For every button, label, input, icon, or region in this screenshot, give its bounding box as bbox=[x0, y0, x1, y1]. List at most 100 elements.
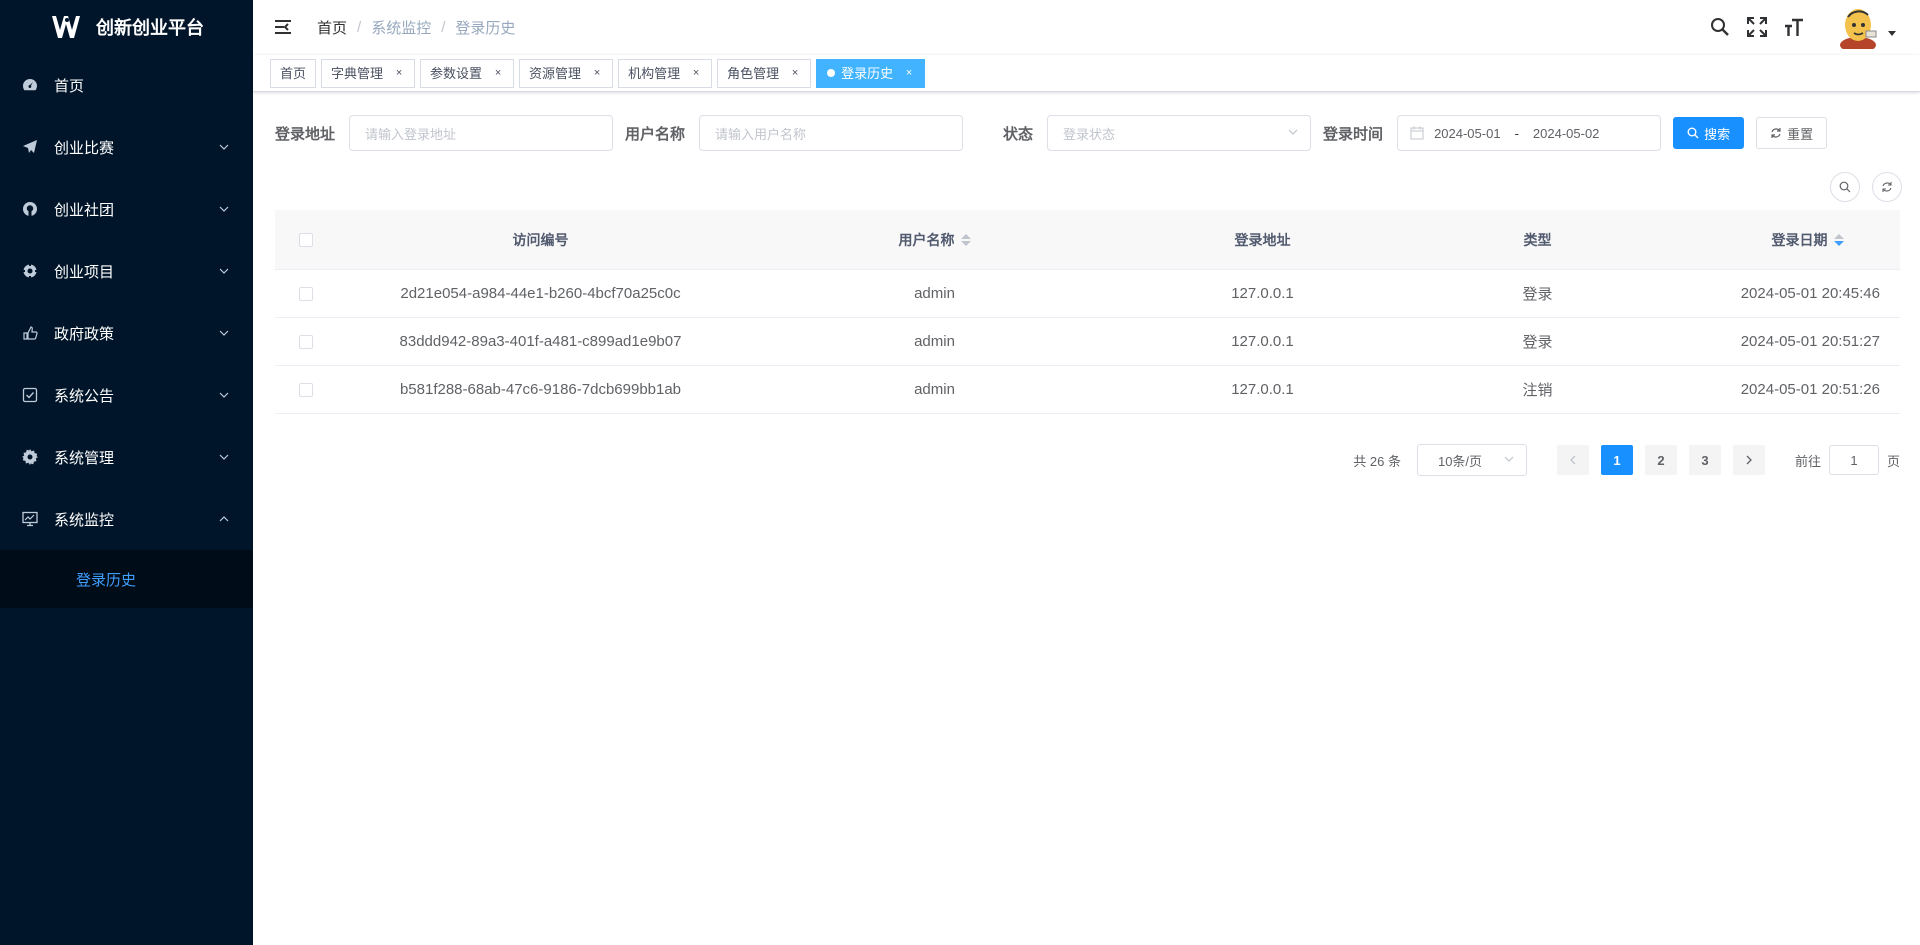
sidebar-subitem-login-history[interactable]: 登录历史 bbox=[0, 550, 253, 608]
sidebar-item-label: 创业社团 bbox=[54, 201, 115, 219]
dashboard-icon bbox=[22, 77, 38, 93]
close-icon[interactable]: × bbox=[492, 60, 504, 87]
column-header-id: 访问编号 bbox=[512, 231, 569, 248]
gear-icon bbox=[22, 449, 38, 465]
close-icon[interactable]: × bbox=[789, 60, 801, 87]
logo-icon bbox=[50, 12, 84, 42]
row-checkbox[interactable] bbox=[299, 286, 313, 301]
address-label: 登录地址 bbox=[275, 125, 336, 143]
sidebar-item-label: 系统管理 bbox=[54, 449, 115, 467]
cell-date: 2024-05-01 20:51:27 bbox=[1740, 333, 1880, 350]
page-button-1[interactable]: 1 bbox=[1600, 445, 1633, 475]
breadcrumb-home[interactable]: 首页 bbox=[317, 17, 347, 38]
sidebar-item-policy[interactable]: 政府政策 bbox=[0, 302, 253, 364]
address-placeholder: 请输入登录地址 bbox=[365, 126, 457, 142]
chevron-down-icon bbox=[219, 392, 229, 398]
sidebar-item-system[interactable]: 系统管理 bbox=[0, 426, 253, 488]
main-content: 登录地址 请输入登录地址 用户名称 请输入用户名称 状态 登录状态 登录时间 2… bbox=[253, 92, 1920, 945]
page-suffix: 页 bbox=[1886, 453, 1900, 469]
time-label: 登录时间 bbox=[1323, 125, 1384, 143]
row-select-cell bbox=[275, 334, 337, 349]
tag-org[interactable]: 机构管理 × bbox=[618, 58, 713, 88]
sort-desc-icon[interactable] bbox=[1833, 233, 1844, 246]
tag-label: 参数设置 bbox=[430, 65, 483, 81]
goto-page-input[interactable]: 1 bbox=[1828, 445, 1879, 475]
toggle-search-button[interactable] bbox=[1830, 172, 1860, 202]
hamburger-icon[interactable] bbox=[273, 17, 293, 37]
row-select-cell bbox=[275, 382, 337, 397]
sidebar-item-club[interactable]: 创业社团 bbox=[0, 178, 253, 240]
page-size-select[interactable]: 10条/页 bbox=[1416, 444, 1527, 476]
close-icon[interactable]: × bbox=[903, 60, 915, 87]
reset-button-label: 重置 bbox=[1787, 126, 1814, 142]
date-separator: - bbox=[1514, 125, 1519, 141]
cell-address: 127.0.0.1 bbox=[1231, 285, 1294, 302]
search-form: 登录地址 请输入登录地址 用户名称 请输入用户名称 状态 登录状态 登录时间 2… bbox=[275, 115, 1828, 151]
prev-page-button[interactable] bbox=[1556, 445, 1589, 475]
chevron-down-icon bbox=[219, 268, 229, 274]
sidebar-item-competition[interactable]: 创业比赛 bbox=[0, 116, 253, 178]
address-input[interactable]: 请输入登录地址 bbox=[349, 115, 614, 151]
table-row[interactable]: 2d21e054-a984-44e1-b260-4bcf70a25c0c adm… bbox=[275, 270, 1900, 318]
refresh-button[interactable] bbox=[1872, 172, 1902, 202]
sort-icon[interactable] bbox=[960, 233, 971, 246]
sidebar-item-monitor[interactable]: 系统监控 bbox=[0, 488, 253, 550]
tag-home[interactable]: 首页 bbox=[270, 58, 317, 88]
navbar: 首页 / 系统监控 / 登录历史 bbox=[253, 0, 1920, 54]
table-toolbar bbox=[1818, 172, 1902, 202]
tag-label: 登录历史 bbox=[841, 65, 894, 81]
select-all-cell bbox=[275, 232, 337, 247]
select-all-checkbox[interactable] bbox=[299, 232, 313, 247]
cell-username: admin bbox=[914, 285, 955, 302]
paper-plane-icon bbox=[22, 139, 38, 155]
user-avatar-dropdown[interactable] bbox=[1836, 5, 1896, 49]
app-title: 创新创业平台 bbox=[96, 18, 204, 38]
chevron-down-icon bbox=[219, 330, 229, 336]
table-row[interactable]: 83ddd942-89a3-401f-a481-c899ad1e9b07 adm… bbox=[275, 318, 1900, 366]
date-start[interactable]: 2024-05-01 bbox=[1434, 126, 1501, 141]
page-button-3[interactable]: 3 bbox=[1688, 445, 1721, 475]
font-size-icon[interactable] bbox=[1783, 16, 1805, 38]
date-range-picker[interactable]: 2024-05-01 - 2024-05-02 bbox=[1397, 115, 1662, 151]
chevron-down-icon bbox=[1504, 456, 1514, 462]
tag-login-history[interactable]: 登录历史 × bbox=[816, 58, 926, 88]
column-header-username[interactable]: 用户名称 bbox=[744, 230, 1125, 250]
close-icon[interactable]: × bbox=[393, 60, 405, 87]
search-button-label: 搜索 bbox=[1704, 126, 1731, 142]
table-row[interactable]: b581f288-68ab-47c6-9186-7dcb699bb1ab adm… bbox=[275, 366, 1900, 414]
fullscreen-icon[interactable] bbox=[1746, 16, 1768, 38]
search-button[interactable]: 搜索 bbox=[1673, 117, 1745, 149]
sidebar-item-home[interactable]: 首页 bbox=[0, 54, 253, 116]
close-icon[interactable]: × bbox=[591, 60, 603, 87]
column-header-date-label: 登录日期 bbox=[1771, 231, 1828, 248]
page-button-2[interactable]: 2 bbox=[1644, 445, 1677, 475]
close-icon[interactable]: × bbox=[690, 60, 702, 87]
chevron-up-icon bbox=[219, 516, 229, 522]
table-body: 2d21e054-a984-44e1-b260-4bcf70a25c0c adm… bbox=[275, 270, 1900, 414]
status-select[interactable]: 登录状态 bbox=[1047, 115, 1312, 151]
tag-resources[interactable]: 资源管理 × bbox=[519, 58, 614, 88]
goto-label: 前往 bbox=[1794, 453, 1821, 469]
row-checkbox[interactable] bbox=[299, 382, 313, 397]
tag-params[interactable]: 参数设置 × bbox=[420, 58, 515, 88]
github-icon bbox=[22, 201, 38, 217]
breadcrumb: 首页 / 系统监控 / 登录历史 bbox=[317, 17, 515, 38]
date-end[interactable]: 2024-05-02 bbox=[1533, 126, 1600, 141]
tag-dict[interactable]: 字典管理 × bbox=[321, 58, 416, 88]
sidebar-item-project[interactable]: 创业项目 bbox=[0, 240, 253, 302]
tags-view: 首页 字典管理 × 参数设置 × 资源管理 × 机构管理 × 角色管理 × 登录… bbox=[253, 55, 1920, 92]
tag-label: 首页 bbox=[280, 65, 307, 81]
sidebar-item-notice[interactable]: 系统公告 bbox=[0, 364, 253, 426]
tag-roles[interactable]: 角色管理 × bbox=[717, 58, 812, 88]
reset-button[interactable]: 重置 bbox=[1756, 117, 1828, 149]
next-page-button[interactable] bbox=[1732, 445, 1765, 475]
column-header-date[interactable]: 登录日期 bbox=[1675, 230, 1900, 250]
logo[interactable]: 创新创业平台 bbox=[0, 0, 253, 54]
username-input[interactable]: 请输入用户名称 bbox=[699, 115, 964, 151]
search-icon bbox=[1687, 127, 1699, 139]
row-checkbox[interactable] bbox=[299, 334, 313, 349]
search-icon[interactable] bbox=[1709, 16, 1731, 38]
pagination-total: 共 26 条 bbox=[1353, 453, 1401, 469]
tag-label: 机构管理 bbox=[628, 65, 681, 81]
calendar-icon bbox=[1410, 126, 1424, 140]
